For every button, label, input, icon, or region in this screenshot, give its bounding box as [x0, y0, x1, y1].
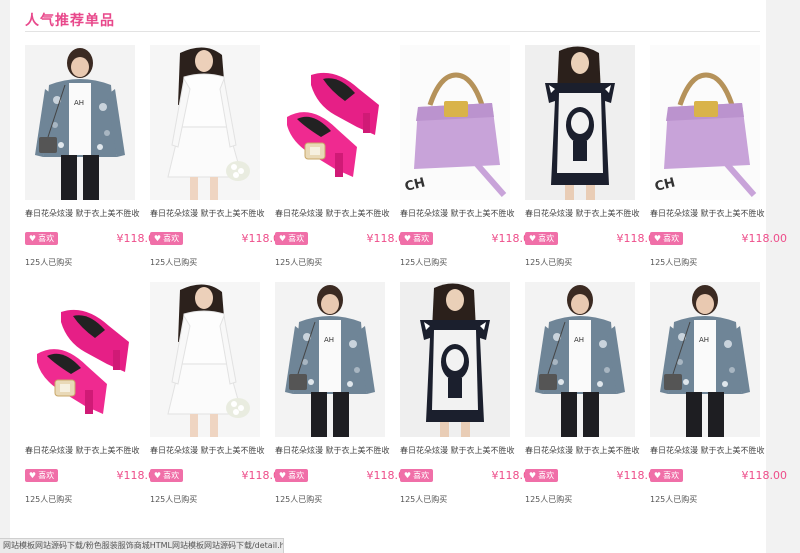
product-card[interactable]: CH 春日花朵炫漫 默于衣上美不胜收 ♥ 喜欢 ¥118.00 125人已购买: [400, 45, 537, 280]
product-image[interactable]: AH: [275, 282, 385, 437]
heart-icon: ♥: [653, 234, 662, 243]
heart-icon: ♥: [278, 471, 287, 480]
product-card[interactable]: AH 春日花朵炫漫 默于衣上美不胜收 ♥ 喜欢 ¥118.00 125人已购买: [275, 282, 412, 517]
sold-count: 125人已购买: [25, 258, 73, 267]
product-image[interactable]: [150, 282, 260, 437]
like-button-label: 喜欢: [163, 234, 180, 243]
like-button[interactable]: ♥ 喜欢: [525, 469, 558, 482]
heart-icon: ♥: [653, 471, 662, 480]
product-card[interactable]: 春日花朵炫漫 默于衣上美不胜收 ♥ 喜欢 ¥118.00 125人已购买: [25, 282, 162, 517]
heart-icon: ♥: [278, 234, 287, 243]
heart-icon: ♥: [528, 471, 537, 480]
product-name[interactable]: 春日花朵炫漫 默于衣上美不胜收: [150, 445, 275, 456]
product-image[interactable]: AH: [525, 282, 635, 437]
product-card[interactable]: 春日花朵炫漫 默于衣上美不胜收 ♥ 喜欢 ¥118.00 125人已购买: [525, 45, 662, 280]
heart-icon: ♥: [153, 234, 162, 243]
sold-count: 125人已购买: [25, 495, 73, 504]
like-button-label: 喜欢: [288, 471, 305, 480]
heart-icon: ♥: [153, 471, 162, 480]
product-card[interactable]: 春日花朵炫漫 默于衣上美不胜收 ♥ 喜欢 ¥118.00 125人已购买: [150, 282, 287, 517]
like-button[interactable]: ♥ 喜欢: [275, 232, 308, 245]
product-name[interactable]: 春日花朵炫漫 默于衣上美不胜收: [525, 208, 650, 219]
product-name[interactable]: 春日花朵炫漫 默于衣上美不胜收: [525, 445, 650, 456]
sold-count: 125人已购买: [150, 495, 198, 504]
like-button-label: 喜欢: [538, 471, 555, 480]
heart-icon: ♥: [528, 234, 537, 243]
product-card[interactable]: AH 春日花朵炫漫 默于衣上美不胜收 ♥ 喜欢 ¥118.00 125人已购买: [525, 282, 662, 517]
like-button-label: 喜欢: [38, 234, 55, 243]
like-button[interactable]: ♥ 喜欢: [400, 469, 433, 482]
svg-text:AH: AH: [699, 336, 709, 344]
sold-count: 125人已购买: [275, 258, 323, 267]
like-button-label: 喜欢: [413, 234, 430, 243]
product-card[interactable]: 春日花朵炫漫 默于衣上美不胜收 ♥ 喜欢 ¥118.00 125人已购买: [275, 45, 412, 280]
sold-count: 125人已购买: [650, 495, 698, 504]
product-image[interactable]: AH: [650, 282, 760, 437]
product-image[interactable]: CH: [400, 45, 510, 200]
like-button-label: 喜欢: [38, 471, 55, 480]
product-card[interactable]: 春日花朵炫漫 默于衣上美不胜收 ♥ 喜欢 ¥118.00 125人已购买: [400, 282, 537, 517]
heart-icon: ♥: [28, 234, 37, 243]
page: 人气推荐单品 AH 春日花朵炫漫 默于衣上美不胜收 ♥ 喜欢 ¥118.00 125人已购…: [10, 0, 787, 553]
like-button-label: 喜欢: [663, 471, 680, 480]
like-button[interactable]: ♥ 喜欢: [525, 232, 558, 245]
product-image[interactable]: CH: [650, 45, 760, 200]
sold-count: 125人已购买: [525, 258, 573, 267]
product-image[interactable]: [275, 45, 385, 200]
product-name[interactable]: 春日花朵炫漫 默于衣上美不胜收: [650, 445, 775, 456]
product-card[interactable]: CH 春日花朵炫漫 默于衣上美不胜收 ♥ 喜欢 ¥118.00 125人已购买: [650, 45, 787, 280]
product-name[interactable]: 春日花朵炫漫 默于衣上美不胜收: [275, 208, 400, 219]
product-card[interactable]: 春日花朵炫漫 默于衣上美不胜收 ♥ 喜欢 ¥118.00 125人已购买: [150, 45, 287, 280]
svg-text:AH: AH: [74, 99, 84, 107]
svg-text:AH: AH: [324, 336, 334, 344]
product-image[interactable]: [150, 45, 260, 200]
product-card[interactable]: AH 春日花朵炫漫 默于衣上美不胜收 ♥ 喜欢 ¥118.00 125人已购买: [650, 282, 787, 517]
like-button[interactable]: ♥ 喜欢: [275, 469, 308, 482]
product-price: ¥118.00: [741, 469, 788, 482]
section-title: 人气推荐单品: [25, 13, 115, 29]
like-button[interactable]: ♥ 喜欢: [650, 469, 683, 482]
like-button-label: 喜欢: [288, 234, 305, 243]
product-name[interactable]: 春日花朵炫漫 默于衣上美不胜收: [400, 208, 525, 219]
status-bar-url: 网站模板网站源码下载/粉色服装服饰商城HTML网站模板网站源码下载/detail…: [0, 538, 284, 553]
sold-count: 125人已购买: [275, 495, 323, 504]
sold-count: 125人已购买: [400, 495, 448, 504]
product-image[interactable]: [400, 282, 510, 437]
section-divider: [25, 31, 760, 32]
like-button[interactable]: ♥ 喜欢: [25, 469, 58, 482]
product-name[interactable]: 春日花朵炫漫 默于衣上美不胜收: [275, 445, 400, 456]
svg-text:AH: AH: [574, 336, 584, 344]
product-name[interactable]: 春日花朵炫漫 默于衣上美不胜收: [650, 208, 775, 219]
like-button[interactable]: ♥ 喜欢: [650, 232, 683, 245]
product-name[interactable]: 春日花朵炫漫 默于衣上美不胜收: [25, 208, 150, 219]
sold-count: 125人已购买: [400, 258, 448, 267]
heart-icon: ♥: [403, 471, 412, 480]
product-name[interactable]: 春日花朵炫漫 默于衣上美不胜收: [400, 445, 525, 456]
sold-count: 125人已购买: [150, 258, 198, 267]
product-name[interactable]: 春日花朵炫漫 默于衣上美不胜收: [25, 445, 150, 456]
sold-count: 125人已购买: [525, 495, 573, 504]
product-image[interactable]: AH: [25, 45, 135, 200]
like-button-label: 喜欢: [663, 234, 680, 243]
like-button-label: 喜欢: [538, 234, 555, 243]
like-button[interactable]: ♥ 喜欢: [150, 232, 183, 245]
product-card[interactable]: AH 春日花朵炫漫 默于衣上美不胜收 ♥ 喜欢 ¥118.00 125人已购买: [25, 45, 162, 280]
product-image[interactable]: [525, 45, 635, 200]
product-price: ¥118.00: [741, 232, 788, 245]
product-name[interactable]: 春日花朵炫漫 默于衣上美不胜收: [150, 208, 275, 219]
heart-icon: ♥: [403, 234, 412, 243]
heart-icon: ♥: [28, 471, 37, 480]
like-button-label: 喜欢: [413, 471, 430, 480]
sold-count: 125人已购买: [650, 258, 698, 267]
like-button[interactable]: ♥ 喜欢: [25, 232, 58, 245]
product-image[interactable]: [25, 282, 135, 437]
like-button-label: 喜欢: [163, 471, 180, 480]
like-button[interactable]: ♥ 喜欢: [400, 232, 433, 245]
like-button[interactable]: ♥ 喜欢: [150, 469, 183, 482]
